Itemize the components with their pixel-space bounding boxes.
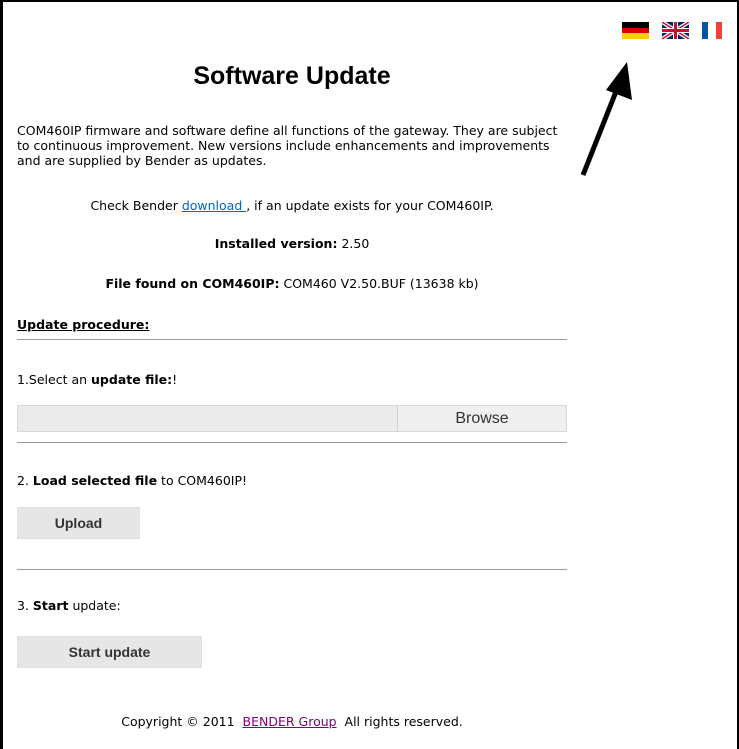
french-flag-icon[interactable] (702, 22, 722, 39)
bender-group-link[interactable]: BENDER Group (243, 714, 337, 729)
upload-button[interactable]: Upload (17, 507, 140, 539)
step-3-prefix: 3. (17, 598, 33, 613)
step-2-text: 2. Load selected file to COM460IP! (17, 473, 247, 488)
arrow-annotation-icon (580, 62, 632, 176)
copyright-text: Copyright © 2011 (121, 714, 235, 729)
step-3-suffix: update: (68, 598, 121, 613)
intro-text: COM460IP firmware and software define al… (17, 123, 558, 168)
installed-version-value: 2.50 (341, 236, 370, 251)
file-found-label: File found on COM460IP: (105, 276, 280, 291)
step-1-suffix: ! (172, 372, 178, 387)
file-found-value: COM460 V2.50.BUF (13638 kb) (283, 276, 479, 291)
step-2-bold: Load selected file (32, 473, 158, 488)
update-file-input[interactable]: Browse (17, 405, 567, 432)
step-3-bold: Start (32, 598, 69, 613)
check-download-text: Check Bender download , if an update exi… (17, 198, 567, 213)
installed-version: Installed version: 2.50 (17, 236, 567, 251)
step-1-text: 1.Select an update file:! (17, 372, 177, 387)
check-suffix: , if an update exists for your COM460IP. (246, 198, 494, 213)
file-found: File found on COM460IP: COM460 V2.50.BUF… (17, 276, 567, 291)
installed-version-label: Installed version: (214, 236, 338, 251)
page-title: Software Update (193, 62, 391, 90)
divider (17, 569, 567, 570)
update-procedure-heading: Update procedure: (17, 317, 150, 332)
language-selector (622, 22, 722, 39)
download-link[interactable]: download (182, 198, 246, 213)
browse-button[interactable]: Browse (397, 406, 566, 431)
start-update-button[interactable]: Start update (17, 636, 202, 668)
check-prefix: Check Bender (90, 198, 182, 213)
step-2-suffix: to COM460IP! (157, 473, 248, 488)
rights-text: All rights reserved. (344, 714, 463, 729)
divider (17, 339, 567, 340)
footer: Copyright © 2011 BENDER Group All rights… (17, 714, 567, 729)
uk-flag-icon[interactable] (662, 22, 689, 39)
german-flag-icon[interactable] (622, 22, 649, 39)
step-3-text: 3. Start update: (17, 598, 121, 613)
divider (17, 442, 567, 443)
step-1-prefix: 1.Select an (17, 372, 92, 387)
step-2-prefix: 2. (17, 473, 33, 488)
step-1-bold: update file: (91, 372, 173, 387)
